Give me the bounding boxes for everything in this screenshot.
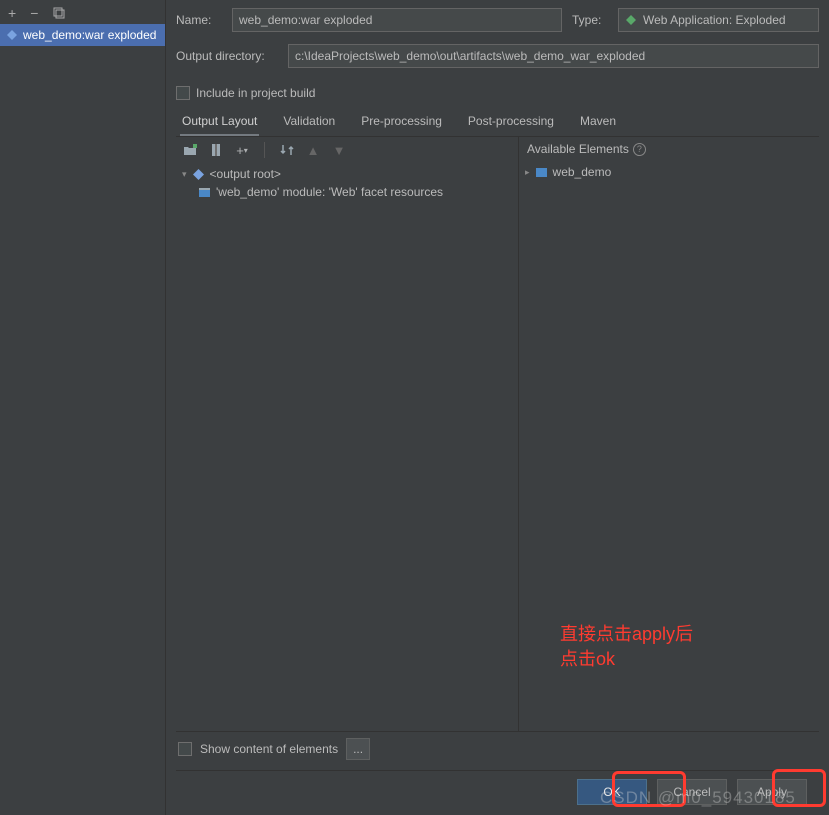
available-elements-label: Available Elements: [527, 142, 629, 156]
expand-icon[interactable]: ▾: [182, 169, 187, 180]
output-root-row[interactable]: ▾ <output root>: [180, 165, 514, 183]
name-label: Name:: [176, 13, 222, 27]
facet-label: 'web_demo' module: 'Web' facet resources: [216, 185, 443, 199]
type-select[interactable]: Web Application: Exploded: [618, 8, 819, 32]
expand-icon[interactable]: ▸: [525, 167, 530, 178]
bottom-options: Show content of elements ...: [176, 731, 819, 770]
module-icon: [535, 166, 548, 179]
sidebar-toolbar: + −: [0, 2, 165, 24]
output-layout-pane: +▾ ▲ ▼ ▾ <output root>: [176, 137, 519, 731]
output-tree[interactable]: ▾ <output root> 'web_demo' module: 'Web'…: [176, 163, 518, 203]
main-panel: Name: Type: Web Application: Exploded Ou…: [166, 0, 829, 815]
tab-post-processing[interactable]: Post-processing: [466, 110, 556, 136]
tabs: Output Layout Validation Pre-processing …: [176, 110, 819, 137]
layout-toolbar: +▾ ▲ ▼: [176, 137, 518, 163]
sort-icon[interactable]: [279, 142, 295, 158]
outdir-input[interactable]: [288, 44, 819, 68]
include-build-checkbox[interactable]: [176, 86, 190, 100]
tab-output-layout[interactable]: Output Layout: [180, 110, 259, 136]
add-icon[interactable]: +: [8, 6, 16, 20]
help-icon[interactable]: ?: [633, 143, 646, 156]
tab-validation[interactable]: Validation: [281, 110, 337, 136]
show-content-checkbox[interactable]: [178, 742, 192, 756]
type-label: Type:: [572, 13, 608, 27]
name-input[interactable]: [232, 8, 562, 32]
move-up-icon[interactable]: ▲: [305, 142, 321, 158]
move-down-icon[interactable]: ▼: [331, 142, 347, 158]
web-facet-icon: [198, 186, 211, 199]
remove-icon[interactable]: −: [30, 6, 38, 20]
available-item-label: web_demo: [553, 165, 612, 179]
available-item-row[interactable]: ▸ web_demo: [523, 163, 815, 181]
include-build-label: Include in project build: [196, 86, 315, 100]
available-tree[interactable]: ▸ web_demo: [519, 161, 819, 183]
available-elements-pane: Available Elements ? ▸ web_demo: [519, 137, 819, 731]
layout-area: +▾ ▲ ▼ ▾ <output root>: [176, 137, 819, 731]
artifacts-sidebar: + − web_demo:war exploded: [0, 0, 166, 815]
cancel-button[interactable]: Cancel: [657, 779, 727, 805]
include-build-row[interactable]: Include in project build: [176, 86, 819, 100]
apply-button[interactable]: Apply: [737, 779, 807, 805]
copy-icon[interactable]: [52, 6, 66, 20]
output-root-icon: [192, 168, 205, 181]
facet-row[interactable]: 'web_demo' module: 'Web' facet resources: [180, 183, 514, 201]
show-content-label: Show content of elements: [200, 742, 338, 756]
sidebar-item-label: web_demo:war exploded: [23, 28, 156, 42]
output-root-label: <output root>: [210, 167, 281, 181]
available-elements-header: Available Elements ?: [519, 137, 819, 161]
new-folder-icon[interactable]: [182, 142, 198, 158]
new-archive-icon[interactable]: [208, 142, 224, 158]
ellipsis-button[interactable]: ...: [346, 738, 370, 760]
tab-pre-processing[interactable]: Pre-processing: [359, 110, 444, 136]
sidebar-item-artifact[interactable]: web_demo:war exploded: [0, 24, 165, 46]
type-value: Web Application: Exploded: [643, 13, 786, 27]
artifact-type-icon: [625, 14, 637, 26]
tab-maven[interactable]: Maven: [578, 110, 618, 136]
artifact-icon: [6, 29, 18, 41]
outdir-label: Output directory:: [176, 49, 278, 63]
dialog-buttons: OK Cancel Apply: [176, 770, 819, 815]
ok-button[interactable]: OK: [577, 779, 647, 805]
add-copy-icon[interactable]: +▾: [234, 142, 250, 158]
